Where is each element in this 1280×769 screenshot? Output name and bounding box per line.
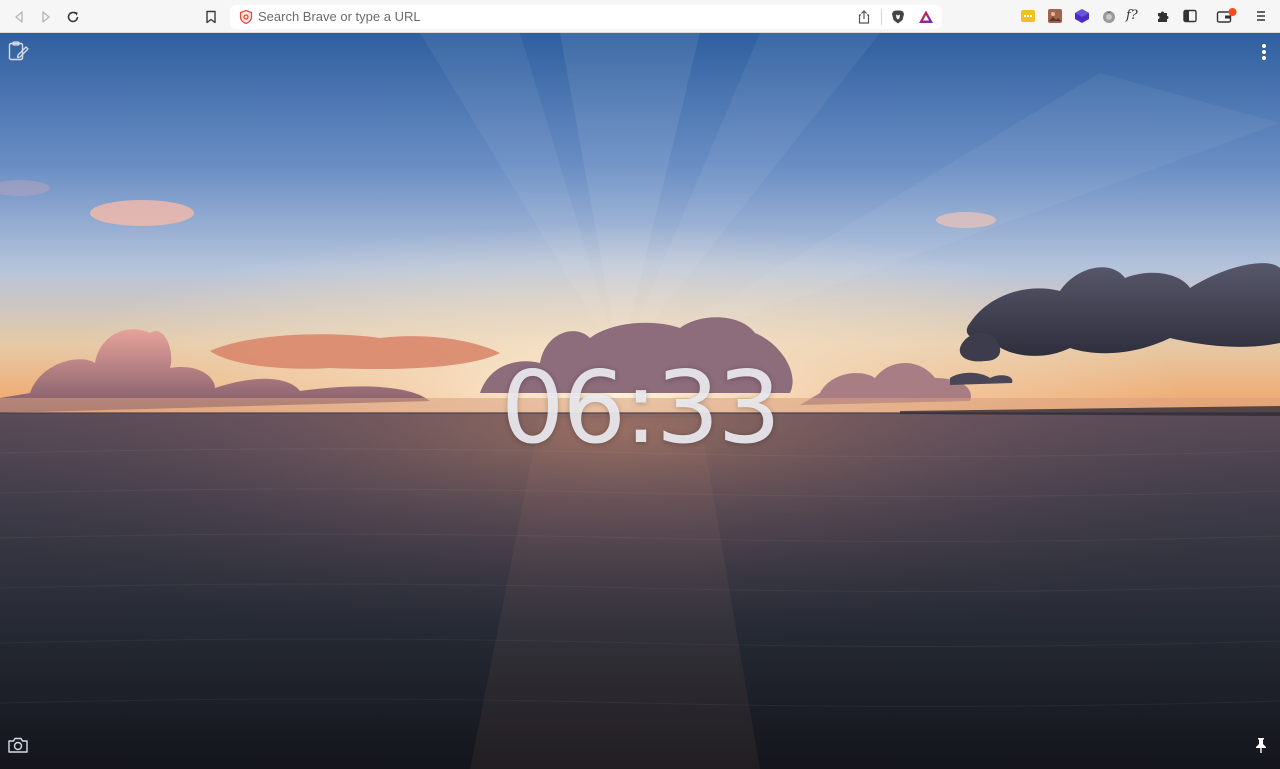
reload-icon[interactable] bbox=[63, 7, 83, 27]
bookmark-icon[interactable] bbox=[201, 7, 221, 27]
address-placeholder: Search Brave or type a URL bbox=[258, 9, 421, 24]
function-extension-icon[interactable]: f? bbox=[1126, 8, 1148, 24]
forward-arrow-icon[interactable] bbox=[36, 7, 56, 27]
rewards-triangle-icon[interactable] bbox=[918, 9, 934, 30]
wallet-icon[interactable] bbox=[1216, 8, 1238, 24]
hamburger-menu-icon[interactable] bbox=[1253, 8, 1269, 24]
notepad-pencil-icon[interactable] bbox=[6, 39, 30, 63]
pin-icon[interactable] bbox=[1249, 733, 1273, 757]
site-shield-icon[interactable] bbox=[238, 9, 254, 25]
vertical-ellipsis-icon[interactable] bbox=[1252, 40, 1276, 64]
puzzle-extensions-icon[interactable] bbox=[1155, 8, 1171, 24]
yellow-note-extension-icon[interactable] bbox=[1020, 8, 1036, 24]
new-tab-background: 06:33 bbox=[0, 33, 1280, 769]
clock-time: 06:33 bbox=[500, 349, 781, 466]
brave-lion-icon[interactable] bbox=[890, 9, 906, 30]
share-icon[interactable] bbox=[856, 9, 872, 30]
browser-window: Search Brave or type a URL f? 06:33 bbox=[0, 0, 1280, 769]
purple-cube-extension-icon[interactable] bbox=[1074, 8, 1090, 24]
camera-icon[interactable] bbox=[6, 733, 30, 757]
tomato-timer-extension-icon[interactable] bbox=[1101, 8, 1117, 24]
back-arrow-icon[interactable] bbox=[9, 7, 29, 27]
sidebar-icon[interactable] bbox=[1182, 8, 1198, 24]
address-bar[interactable]: Search Brave or type a URL bbox=[230, 5, 942, 29]
brown-photo-extension-icon[interactable] bbox=[1047, 8, 1063, 24]
browser-toolbar: Search Brave or type a URL f? bbox=[0, 0, 1280, 33]
omnibox-divider bbox=[881, 9, 882, 25]
